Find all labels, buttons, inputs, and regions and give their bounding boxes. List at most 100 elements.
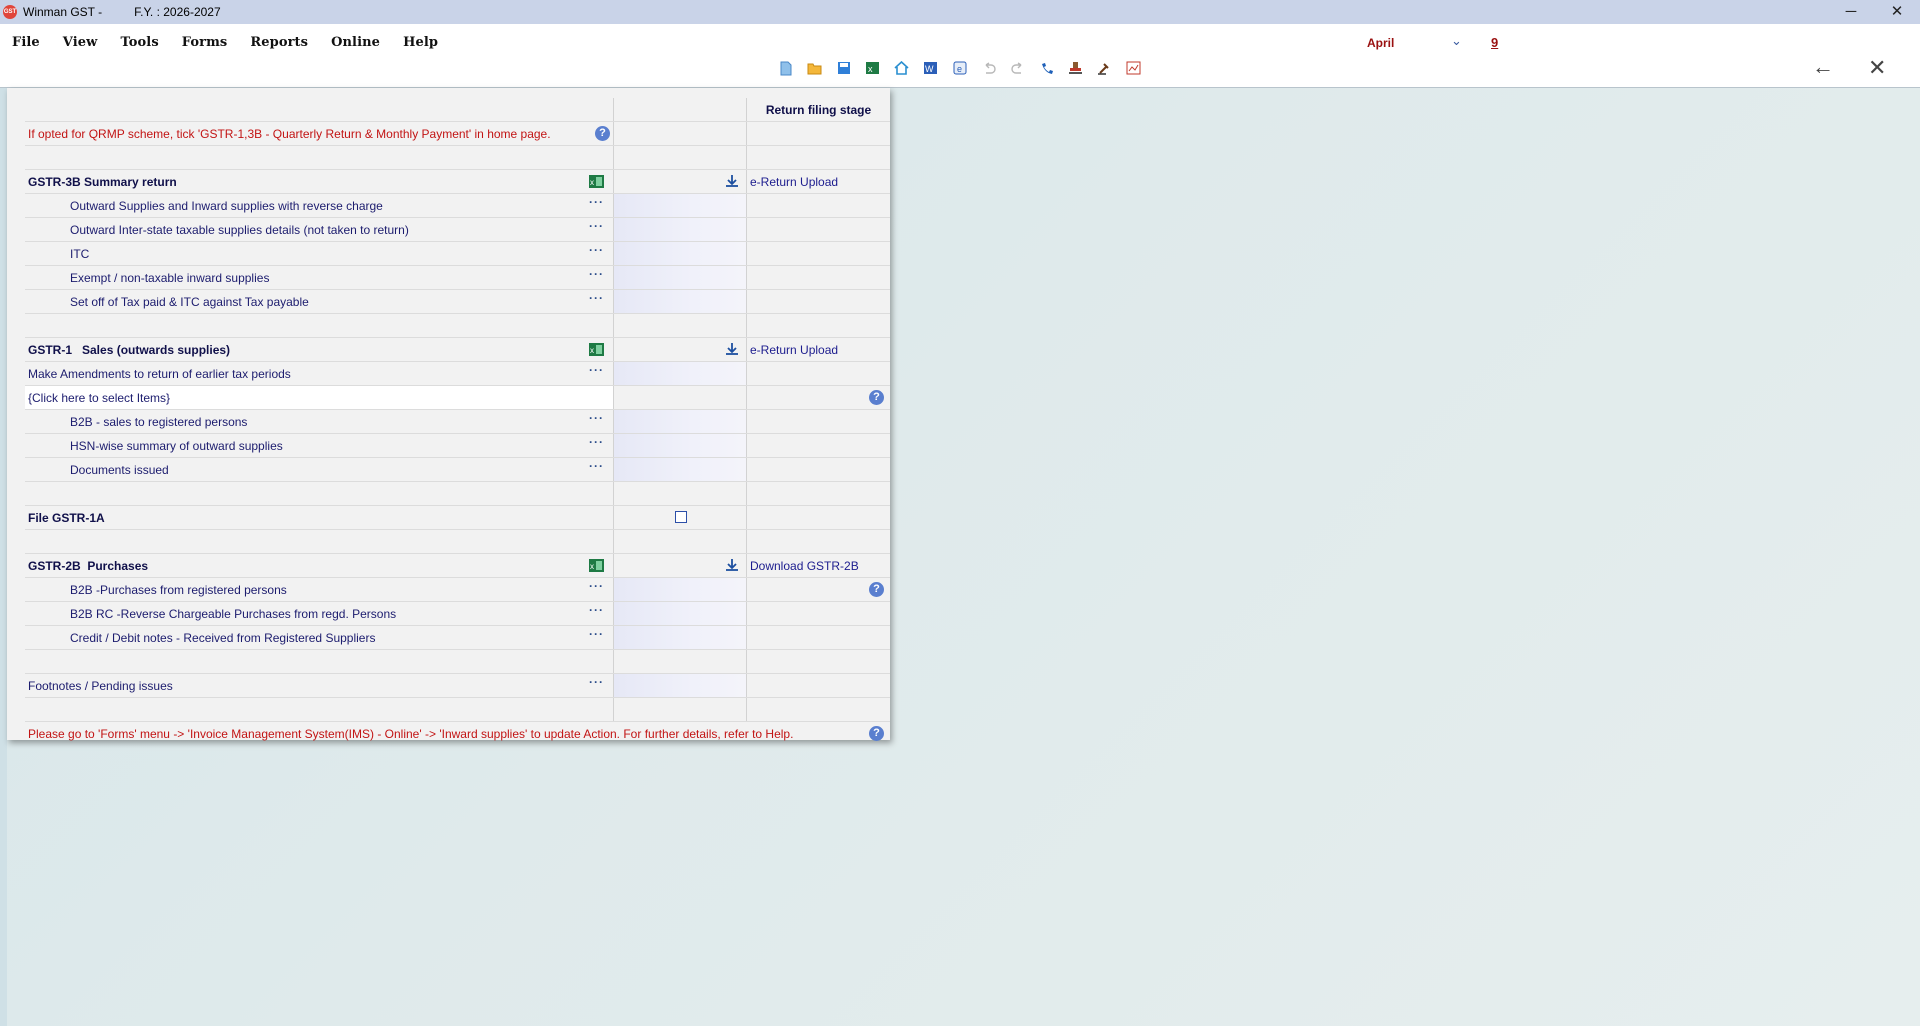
more-options-button[interactable]: ··· — [589, 219, 604, 233]
blank-row — [25, 314, 890, 338]
save-icon[interactable] — [829, 59, 858, 77]
minimize-button[interactable]: ─ — [1828, 0, 1874, 24]
gstr1-item-row[interactable]: Documents issued ··· — [25, 458, 890, 482]
gstr1-item-b2b: B2B - sales to registered persons — [70, 415, 248, 429]
more-options-button[interactable]: ··· — [589, 267, 604, 281]
gstr3b-item-row[interactable]: ITC ··· — [25, 242, 890, 266]
blank-row — [25, 146, 890, 170]
svg-text:x: x — [590, 562, 594, 571]
gstr3b-ereturn-upload-link[interactable]: e-Return Upload — [750, 175, 838, 189]
gstr3b-item-itc: ITC — [70, 247, 90, 261]
window-close-button[interactable]: ✕ — [1874, 0, 1920, 24]
blank-row — [25, 650, 890, 674]
gstr2b-section-row[interactable]: GSTR-2B Purchases x Download GSTR-2B — [25, 554, 890, 578]
more-options-button[interactable]: ··· — [589, 675, 604, 689]
help-icon[interactable]: ? — [869, 390, 884, 405]
close-form-icon[interactable]: ✕ — [1868, 55, 1886, 81]
gstr2b-item-row[interactable]: Credit / Debit notes - Received from Reg… — [25, 626, 890, 650]
gstr1-item-hsn: HSN-wise summary of outward supplies — [70, 439, 283, 453]
header-row: Return filing stage — [25, 98, 890, 122]
blank-row — [25, 482, 890, 506]
gstr1-amend-row[interactable]: Make Amendments to return of earlier tax… — [25, 362, 890, 386]
gstr2b-item-b2b-rc: B2B RC -Reverse Chargeable Purchases fro… — [70, 607, 397, 621]
phone-icon[interactable] — [1032, 59, 1061, 77]
excel-export-icon[interactable]: x — [589, 343, 604, 359]
more-options-button[interactable]: ··· — [589, 195, 604, 209]
help-icon[interactable]: ? — [869, 726, 884, 741]
gstr3b-item-row[interactable]: Outward Inter-state taxable supplies det… — [25, 218, 890, 242]
gstr1-item-row[interactable]: B2B - sales to registered persons ··· — [25, 410, 890, 434]
download-icon[interactable] — [725, 174, 739, 191]
ims-note: Please go to 'Forms' menu -> 'Invoice Ma… — [28, 727, 794, 741]
svg-text:e: e — [957, 64, 962, 74]
more-options-button[interactable]: ··· — [589, 603, 604, 617]
svg-text:x: x — [868, 64, 873, 74]
gstr1-section-row[interactable]: GSTR-1 Sales (outwards supplies) x e-Ret… — [25, 338, 890, 362]
select-items-link[interactable]: {Click here to select Items} — [28, 391, 170, 405]
more-options-button[interactable]: ··· — [589, 459, 604, 473]
menu-view[interactable]: View — [63, 35, 98, 50]
gstr1-select-items-row[interactable]: {Click here to select Items} ? — [25, 386, 890, 410]
app-title: Winman GST - — [23, 5, 103, 19]
more-options-button[interactable]: ··· — [589, 627, 604, 641]
footnotes-pending-issues: Footnotes / Pending issues — [28, 679, 173, 693]
blank-row — [25, 530, 890, 554]
excel-icon[interactable]: x — [858, 59, 887, 77]
return-filing-stage-header: Return filing stage — [765, 103, 872, 117]
menu-help[interactable]: Help — [403, 35, 438, 50]
more-options-button[interactable]: ··· — [589, 579, 604, 593]
undo-icon[interactable] — [974, 59, 1003, 77]
blank-row — [25, 698, 890, 722]
gstr2b-item-row[interactable]: B2B -Purchases from registered persons ··… — [25, 578, 890, 602]
gstr3b-section-row[interactable]: GSTR-3B Summary return x e-Return Upload — [25, 170, 890, 194]
gstr1a-checkbox[interactable] — [675, 511, 687, 523]
download-icon[interactable] — [725, 558, 739, 575]
chevron-down-icon[interactable]: ⌄ — [1451, 33, 1462, 49]
gstr1-title: GSTR-1 Sales (outwards supplies) — [28, 343, 231, 357]
home-icon[interactable] — [887, 59, 916, 77]
menu-reports[interactable]: Reports — [250, 35, 308, 50]
stamp-icon[interactable] — [1061, 59, 1090, 77]
download-gstr2b-link[interactable]: Download GSTR-2B — [750, 559, 859, 573]
period-month-select[interactable]: April — [1367, 36, 1394, 50]
gstr3b-item-interstate: Outward Inter-state taxable supplies det… — [70, 223, 409, 237]
edge-browser-icon[interactable]: e — [945, 59, 974, 77]
menu-online[interactable]: Online — [331, 35, 380, 50]
help-icon[interactable]: ? — [595, 126, 610, 141]
menu-file[interactable]: File — [12, 35, 40, 50]
more-options-button[interactable]: ··· — [589, 363, 604, 377]
footnotes-row[interactable]: Footnotes / Pending issues ··· — [25, 674, 890, 698]
gstr1a-row[interactable]: File GSTR-1A — [25, 506, 890, 530]
redo-icon[interactable] — [1003, 59, 1032, 77]
open-folder-icon[interactable] — [800, 59, 829, 77]
back-arrow-icon[interactable]: ← — [1812, 54, 1834, 80]
help-icon[interactable]: ? — [869, 582, 884, 597]
chart-image-icon[interactable] — [1119, 59, 1148, 77]
menu-forms[interactable]: Forms — [182, 35, 228, 50]
excel-export-icon[interactable]: x — [589, 559, 604, 575]
gavel-icon[interactable] — [1090, 59, 1119, 77]
svg-text:x: x — [590, 346, 594, 355]
gstr2b-item-row[interactable]: B2B RC -Reverse Chargeable Purchases fro… — [25, 602, 890, 626]
word-icon[interactable]: W — [916, 59, 945, 77]
period-day-field[interactable]: 9 — [1491, 35, 1498, 50]
more-options-button[interactable]: ··· — [589, 243, 604, 257]
download-icon[interactable] — [725, 342, 739, 359]
gstr2b-item-credit-debit: Credit / Debit notes - Received from Reg… — [70, 631, 376, 645]
gstr3b-item-row[interactable]: Outward Supplies and Inward supplies wit… — [25, 194, 890, 218]
ims-note-row: Please go to 'Forms' menu -> 'Invoice Ma… — [25, 722, 890, 745]
qrmp-note-row: If opted for QRMP scheme, tick 'GSTR-1,3… — [25, 122, 890, 146]
gstr1a-title: File GSTR-1A — [28, 511, 105, 525]
more-options-button[interactable]: ··· — [589, 435, 604, 449]
menu-tools[interactable]: Tools — [120, 35, 158, 50]
title-bar: GST Winman GST - F.Y. : 2026-2027 ─ ✕ — [0, 0, 1920, 24]
more-options-button[interactable]: ··· — [589, 411, 604, 425]
more-options-button[interactable]: ··· — [589, 291, 604, 305]
excel-export-icon[interactable]: x — [589, 175, 604, 191]
gstr3b-item-row[interactable]: Set off of Tax paid & ITC against Tax pa… — [25, 290, 890, 314]
gstr1-ereturn-upload-link[interactable]: e-Return Upload — [750, 343, 838, 357]
gstr1-item-documents: Documents issued — [70, 463, 169, 477]
new-file-icon[interactable] — [771, 59, 800, 77]
gstr1-item-row[interactable]: HSN-wise summary of outward supplies ··· — [25, 434, 890, 458]
gstr3b-item-row[interactable]: Exempt / non-taxable inward supplies ··· — [25, 266, 890, 290]
